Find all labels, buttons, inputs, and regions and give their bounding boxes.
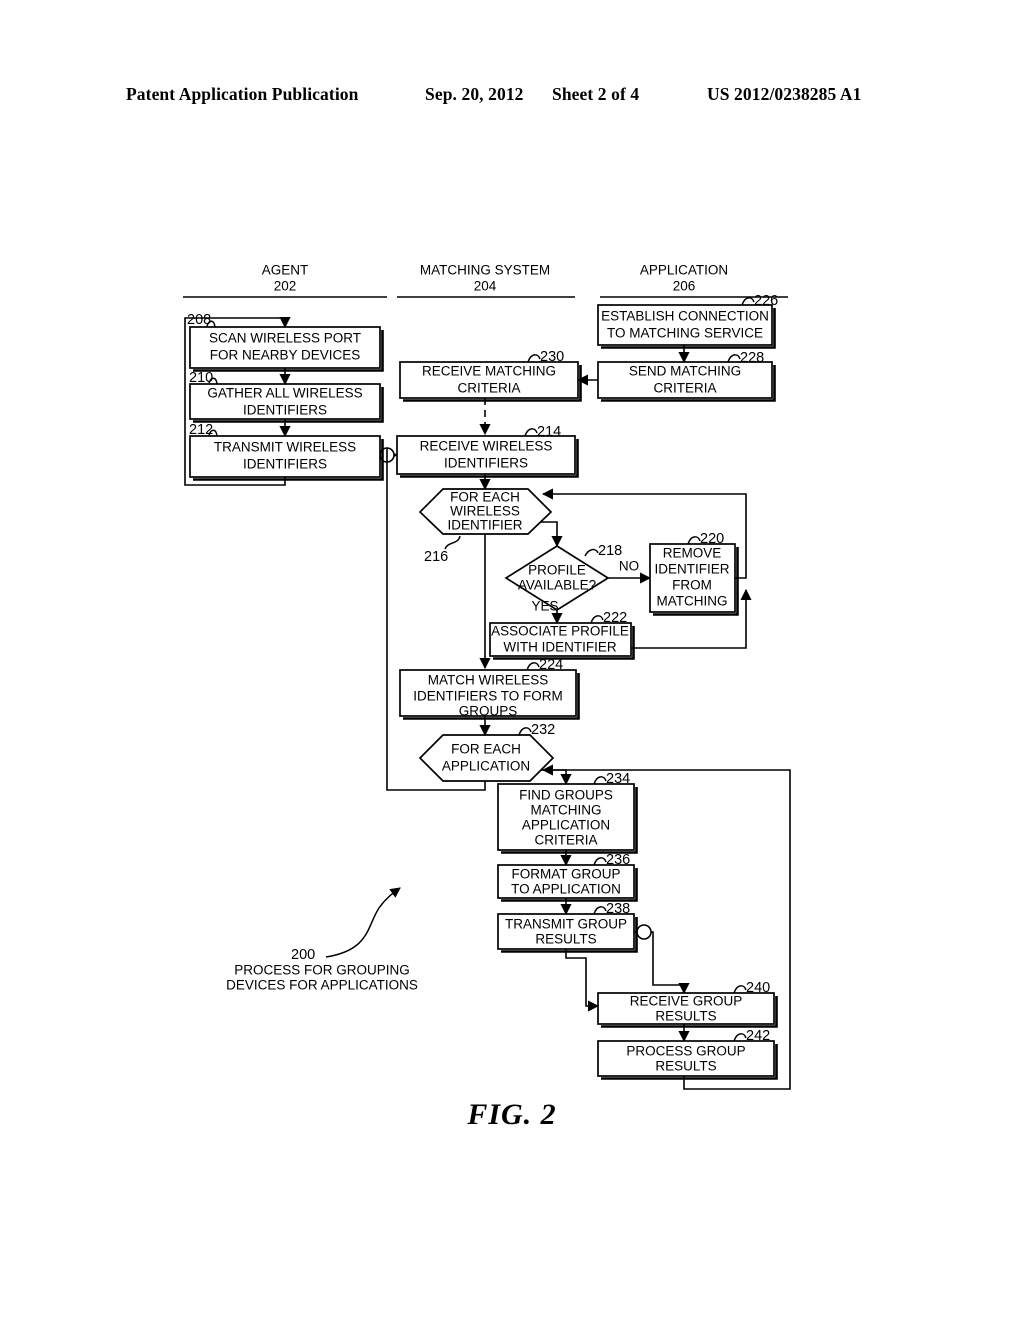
lane-header-agent: AGENT 202: [183, 263, 387, 298]
node-240-line-1: RECEIVE GROUP: [630, 994, 743, 1009]
node-222-associate-profile-with-identifier[interactable]: ASSOCIATE PROFILE WITH IDENTIFIER 222: [489, 610, 635, 660]
node-214-receive-wireless-identifiers[interactable]: RECEIVE WIRELESS IDENTIFIERS 214: [396, 424, 579, 478]
ref-number-228: 228: [740, 350, 764, 366]
lane-header-matching-system: MATCHING SYSTEM 204: [397, 263, 575, 298]
connector-216-to-218: [539, 521, 563, 548]
node-238-line-2: RESULTS: [535, 932, 596, 947]
node-220-line-2: IDENTIFIER: [654, 562, 729, 577]
lane-ref-agent: 202: [274, 279, 297, 294]
node-216-line-1: FOR EACH: [450, 490, 520, 505]
node-240-line-2: RESULTS: [655, 1009, 716, 1024]
lane-title-agent: AGENT: [262, 263, 309, 278]
node-220-line-1: REMOVE: [663, 546, 722, 561]
node-214-line-1: RECEIVE WIRELESS: [420, 439, 553, 454]
node-224-line-3: GROUPS: [459, 704, 518, 719]
ref-number-220: 220: [700, 531, 724, 547]
connector-238-to-240-top: [634, 931, 690, 995]
ref-number-236: 236: [606, 852, 630, 868]
node-216-line-2: WIRELESS: [450, 504, 520, 519]
node-228-line-1: SEND MATCHING: [629, 364, 741, 379]
node-222-line-2: WITH IDENTIFIER: [503, 640, 616, 655]
node-240-receive-group-results[interactable]: RECEIVE GROUP RESULTS 240: [597, 980, 778, 1028]
branch-label-yes: YES: [531, 599, 558, 614]
node-228-line-2: CRITERIA: [653, 381, 716, 396]
node-232-line-1: FOR EACH: [451, 742, 521, 757]
ref-number-222: 222: [603, 610, 627, 626]
node-226-line-2: TO MATCHING SERVICE: [607, 326, 763, 341]
node-218-line-1: PROFILE: [528, 563, 586, 578]
node-228-send-matching-criteria[interactable]: SEND MATCHING CRITERIA 228: [597, 350, 776, 402]
node-230-receive-matching-criteria[interactable]: RECEIVE MATCHING CRITERIA 230: [399, 349, 582, 402]
node-208-line-1: SCAN WIRELESS PORT: [209, 331, 361, 346]
lane-title-application: APPLICATION: [640, 263, 728, 278]
node-234-line-2: MATCHING: [531, 803, 602, 818]
node-242-line-2: RESULTS: [655, 1059, 716, 1074]
node-236-line-1: FORMAT GROUP: [511, 867, 620, 882]
node-236-line-2: TO APPLICATION: [511, 882, 621, 897]
node-210-line-2: IDENTIFIERS: [243, 403, 327, 418]
wire-jump-marker-238: [636, 924, 652, 940]
node-220-line-4: MATCHING: [657, 594, 728, 609]
branch-label-no: NO: [619, 559, 639, 574]
ref-number-210: 210: [189, 370, 213, 386]
ref-number-208: 208: [187, 312, 211, 328]
node-218-line-2: AVAILABLE?: [518, 578, 596, 593]
ref-number-240: 240: [746, 980, 770, 996]
lane-ref-matching-system: 204: [474, 279, 497, 294]
connector-238-to-240-left: [565, 949, 600, 1012]
node-234-line-4: CRITERIA: [534, 833, 597, 848]
node-220-line-3: FROM: [672, 578, 712, 593]
lane-title-matching-system: MATCHING SYSTEM: [420, 263, 550, 278]
node-232-line-2: APPLICATION: [442, 759, 530, 774]
figure-caption: FIG. 2: [467, 1098, 557, 1131]
process-title-line-1: PROCESS FOR GROUPING: [234, 963, 410, 978]
ref-number-242: 242: [746, 1028, 770, 1044]
node-232-for-each-application[interactable]: FOR EACH APPLICATION 232: [418, 722, 555, 782]
node-224-match-wireless-identifiers[interactable]: MATCH WIRELESS IDENTIFIERS TO FORM GROUP…: [399, 657, 580, 720]
node-212-line-2: IDENTIFIERS: [243, 457, 327, 472]
node-242-line-1: PROCESS GROUP: [626, 1044, 745, 1059]
process-title-line-2: DEVICES FOR APPLICATIONS: [226, 978, 418, 993]
ref-number-212: 212: [189, 422, 213, 438]
ref-number-216: 216: [424, 549, 448, 565]
node-236-format-group-to-application[interactable]: FORMAT GROUP TO APPLICATION 236: [497, 852, 638, 902]
ref-number-200: 200: [291, 947, 315, 963]
node-238-line-1: TRANSMIT GROUP: [505, 917, 627, 932]
node-230-line-2: CRITERIA: [457, 381, 520, 396]
node-214-line-2: IDENTIFIERS: [444, 456, 528, 471]
curved-pointer-arrow: [325, 887, 401, 958]
lane-ref-application: 206: [673, 279, 696, 294]
ref-number-238: 238: [606, 901, 630, 917]
node-230-line-1: RECEIVE MATCHING: [422, 364, 556, 379]
node-234-find-groups-matching-criteria[interactable]: FIND GROUPS MATCHING APPLICATION CRITERI…: [497, 771, 638, 854]
node-224-line-2: IDENTIFIERS TO FORM: [413, 689, 563, 704]
node-224-line-1: MATCH WIRELESS: [428, 673, 549, 688]
node-212-line-1: TRANSMIT WIRELESS: [214, 440, 356, 455]
process-200-annotation: 200 PROCESS FOR GROUPING DEVICES FOR APP…: [226, 887, 418, 993]
node-234-line-1: FIND GROUPS: [519, 788, 613, 803]
connector-232-to-234: [541, 769, 572, 786]
ref-number-232: 232: [531, 722, 555, 738]
node-234-line-3: APPLICATION: [522, 818, 610, 833]
node-242-process-group-results[interactable]: PROCESS GROUP RESULTS 242: [597, 1028, 778, 1080]
ref-number-230: 230: [540, 349, 564, 365]
node-226-establish-connection[interactable]: ESTABLISH CONNECTION TO MATCHING SERVICE…: [597, 293, 778, 349]
ref-number-226: 226: [754, 293, 778, 309]
node-210-line-1: GATHER ALL WIRELESS: [207, 386, 362, 401]
ref-number-218: 218: [598, 543, 622, 559]
node-220-remove-identifier-from-matching[interactable]: REMOVE IDENTIFIER FROM MATCHING 220: [649, 531, 739, 616]
node-238-transmit-group-results[interactable]: TRANSMIT GROUP RESULTS 238: [497, 901, 638, 953]
ref-number-224: 224: [539, 657, 563, 673]
node-216-line-3: IDENTIFIER: [447, 518, 522, 533]
node-226-line-1: ESTABLISH CONNECTION: [601, 309, 769, 324]
ref-number-234: 234: [606, 771, 630, 787]
ref-number-214: 214: [537, 424, 561, 440]
node-208-line-2: FOR NEARBY DEVICES: [210, 348, 361, 363]
lane-header-application: APPLICATION 206: [600, 263, 788, 298]
